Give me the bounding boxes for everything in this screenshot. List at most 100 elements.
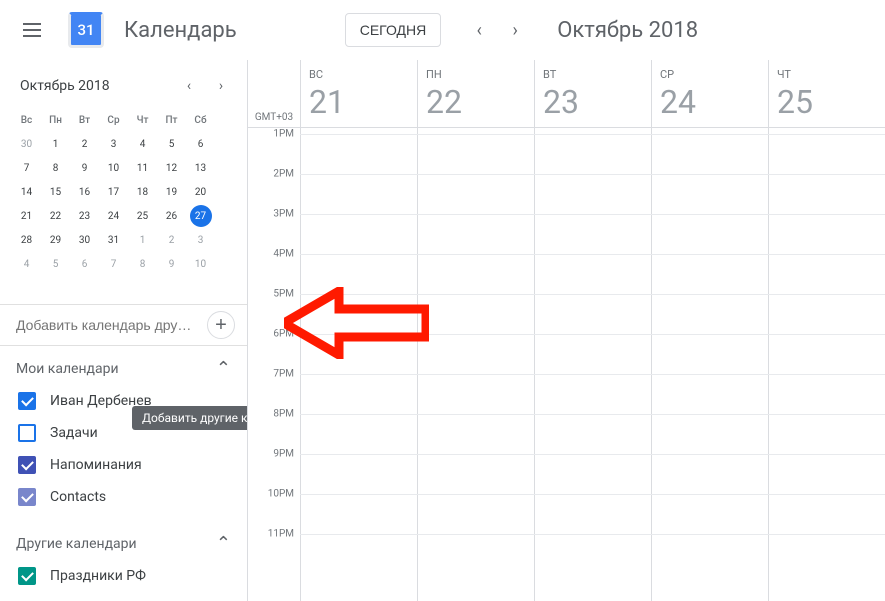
day-header[interactable]: Чт25: [768, 60, 885, 127]
today-button[interactable]: СЕГОДНЯ: [345, 13, 442, 47]
mini-day-cell[interactable]: 26: [157, 204, 186, 228]
calendar-checkbox[interactable]: [18, 567, 36, 585]
mini-day-cell[interactable]: 30: [12, 132, 41, 156]
mini-day-cell[interactable]: 1: [128, 228, 157, 252]
mini-day-cell[interactable]: 4: [128, 132, 157, 156]
hour-label: 3PM: [273, 209, 294, 220]
mini-day-cell[interactable]: 3: [99, 132, 128, 156]
timezone-label: GMT+03: [248, 60, 300, 127]
mini-day-cell[interactable]: 11: [128, 156, 157, 180]
mini-day-cell[interactable]: 21: [12, 204, 41, 228]
prev-period-button[interactable]: ‹: [461, 12, 497, 48]
day-column[interactable]: [417, 128, 534, 601]
hour-label: 11PM: [268, 529, 294, 540]
calendar-checkbox[interactable]: [18, 456, 36, 474]
mini-day-cell[interactable]: 10: [99, 156, 128, 180]
mini-day-cell[interactable]: 9: [70, 156, 99, 180]
chevron-right-icon: ›: [513, 20, 518, 41]
day-header[interactable]: Вс21: [300, 60, 417, 127]
mini-day-cell[interactable]: 14: [12, 180, 41, 204]
next-period-button[interactable]: ›: [497, 12, 533, 48]
mini-day-cell[interactable]: 16: [70, 180, 99, 204]
mini-day-cell[interactable]: 17: [99, 180, 128, 204]
mini-day-cell[interactable]: 10: [186, 252, 215, 276]
mini-day-cell[interactable]: 18: [128, 180, 157, 204]
calendar-logo-icon: 31: [68, 12, 104, 48]
mini-day-cell[interactable]: 22: [41, 204, 70, 228]
day-header[interactable]: Вт23: [534, 60, 651, 127]
mini-day-cell[interactable]: 2: [157, 228, 186, 252]
hour-label: 8PM: [273, 409, 294, 420]
day-of-week-label: Пн: [426, 68, 526, 81]
plus-icon: +: [215, 315, 227, 335]
mini-day-cell[interactable]: 27: [186, 204, 215, 228]
calendar-list-item[interactable]: Contacts: [14, 481, 241, 513]
mini-day-cell[interactable]: 30: [70, 228, 99, 252]
mini-day-cell[interactable]: 29: [41, 228, 70, 252]
add-calendar-button[interactable]: +: [207, 311, 235, 339]
mini-day-cell[interactable]: 7: [12, 156, 41, 180]
calendar-checkbox[interactable]: [18, 488, 36, 506]
day-column[interactable]: [768, 128, 885, 601]
calendar-list-item[interactable]: Напоминания: [14, 449, 241, 481]
calendar-checkbox[interactable]: [18, 424, 36, 442]
mini-day-cell[interactable]: 6: [70, 252, 99, 276]
mini-day-cell[interactable]: 28: [12, 228, 41, 252]
mini-day-cell[interactable]: 31: [99, 228, 128, 252]
day-header[interactable]: Ср24: [651, 60, 768, 127]
mini-day-cell[interactable]: 8: [41, 156, 70, 180]
calendar-checkbox[interactable]: [18, 392, 36, 410]
chevron-up-icon: ⌃: [216, 533, 231, 554]
main-menu-button[interactable]: [12, 10, 52, 50]
mini-day-cell[interactable]: 15: [41, 180, 70, 204]
calendar-main: GMT+03 Вс21Пн22Вт23Ср24Чт25 1PM2PM3PM4PM…: [248, 60, 885, 601]
mini-day-cell[interactable]: 20: [186, 180, 215, 204]
hour-label: 10PM: [268, 489, 294, 500]
app-title: Календарь: [124, 18, 237, 43]
mini-calendar: ВсПнВтСрЧтПтСб30123456789101112131415161…: [0, 108, 247, 276]
mini-day-cell[interactable]: 4: [12, 252, 41, 276]
calendar-list-item[interactable]: Праздники РФ: [14, 560, 241, 592]
my-calendars-header[interactable]: Мои календари ⌃: [0, 346, 247, 385]
calendar-label: Задачи: [50, 425, 98, 441]
mini-day-cell[interactable]: 12: [157, 156, 186, 180]
mini-dow-label: Пт: [157, 108, 186, 132]
week-grid[interactable]: 1PM2PM3PM4PM5PM6PM7PM8PM9PM10PM11PM: [248, 128, 885, 601]
add-calendar-input[interactable]: [16, 305, 207, 345]
hour-label: 9PM: [273, 449, 294, 460]
mini-day-cell[interactable]: 1: [41, 132, 70, 156]
my-calendars-label: Мои календари: [16, 361, 119, 377]
mini-day-cell[interactable]: 25: [128, 204, 157, 228]
mini-day-cell[interactable]: 13: [186, 156, 215, 180]
hour-label: 1PM: [273, 129, 294, 140]
day-column[interactable]: [534, 128, 651, 601]
mini-day-cell[interactable]: 5: [41, 252, 70, 276]
sidebar: Октябрь 2018 ‹ › ВсПнВтСрЧтПтСб301234567…: [0, 60, 248, 601]
calendar-label: Contacts: [50, 489, 106, 505]
mini-day-cell[interactable]: 19: [157, 180, 186, 204]
day-column[interactable]: [651, 128, 768, 601]
hour-label: 2PM: [273, 169, 294, 180]
mini-day-cell[interactable]: 2: [70, 132, 99, 156]
day-of-week-label: Вс: [309, 68, 409, 81]
mini-day-cell[interactable]: 23: [70, 204, 99, 228]
other-calendars-header[interactable]: Другие календари ⌃: [0, 521, 247, 560]
mini-day-cell[interactable]: 5: [157, 132, 186, 156]
hour-label: 5PM: [273, 289, 294, 300]
mini-day-cell[interactable]: 3: [186, 228, 215, 252]
current-period-label: Октябрь 2018: [557, 18, 698, 43]
mini-day-cell[interactable]: 7: [99, 252, 128, 276]
other-calendars-list: Праздники РФ: [0, 560, 247, 600]
mini-day-cell[interactable]: 6: [186, 132, 215, 156]
day-header[interactable]: Пн22: [417, 60, 534, 127]
mini-dow-label: Вт: [70, 108, 99, 132]
mini-dow-label: Пн: [41, 108, 70, 132]
mini-prev-button[interactable]: ‹: [175, 72, 203, 100]
mini-day-cell[interactable]: 8: [128, 252, 157, 276]
mini-next-button[interactable]: ›: [207, 72, 235, 100]
mini-day-cell[interactable]: 24: [99, 204, 128, 228]
day-column[interactable]: [300, 128, 417, 601]
chevron-right-icon: ›: [219, 78, 223, 94]
mini-dow-label: Чт: [128, 108, 157, 132]
mini-day-cell[interactable]: 9: [157, 252, 186, 276]
